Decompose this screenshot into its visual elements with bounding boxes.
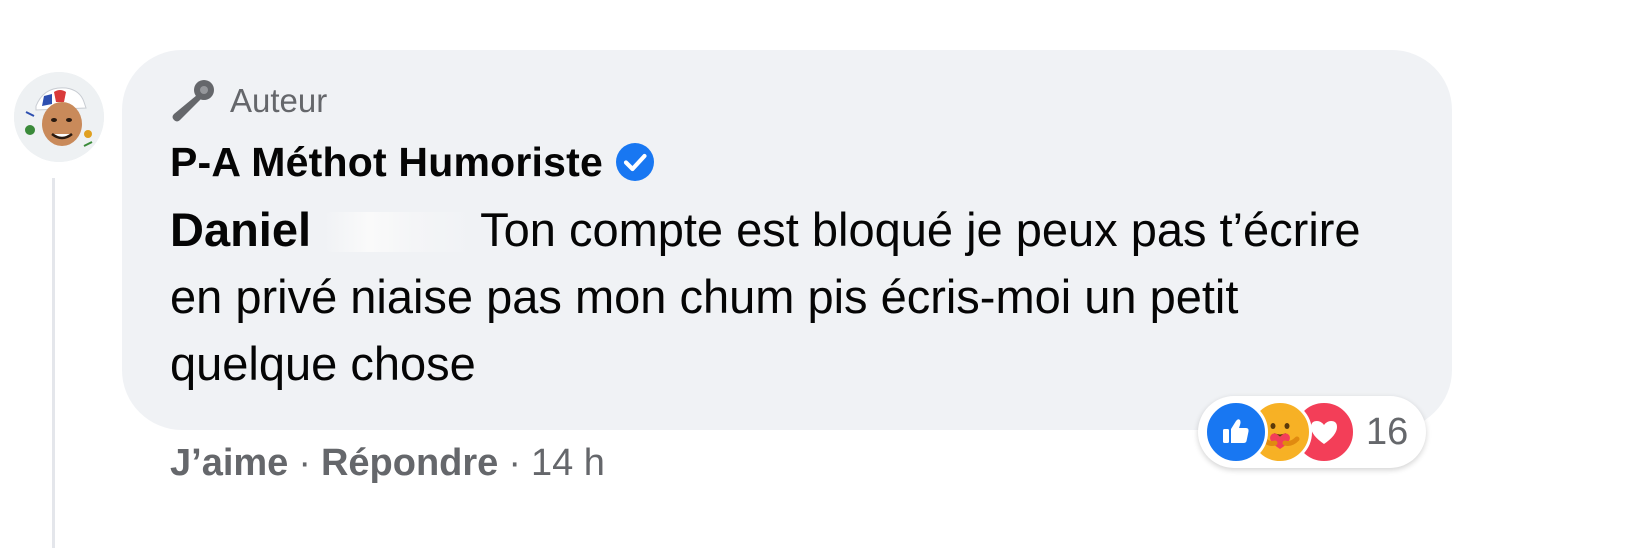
comment-actions: J’aime · Répondre · 14 h [170,438,605,488]
separator: · [298,441,311,484]
verified-badge-icon [615,142,655,182]
like-button[interactable]: J’aime [170,442,288,485]
author-name[interactable]: P-A Méthot Humoriste [170,139,603,186]
reaction-summary[interactable]: 16 [1198,396,1427,468]
thread-line [52,178,55,548]
redacted-surname [324,212,475,252]
author-badge: Auteur [168,78,1452,124]
microphone-icon [168,78,218,124]
avatar-image [14,72,104,162]
author-row: P-A Méthot Humoriste [170,138,1452,186]
separator: · [508,441,521,484]
author-badge-label: Auteur [230,82,328,119]
reaction-icons [1204,400,1356,464]
avatar[interactable] [14,72,104,162]
mention-link[interactable]: Daniel [170,203,311,256]
comment-bubble: Auteur P-A Méthot Humoriste Daniel Ton c… [122,50,1452,430]
reaction-count: 16 [1366,410,1409,453]
comment-text: Daniel Ton compte est bloqué je peux pas… [170,196,1390,397]
like-icon [1204,400,1268,464]
timestamp[interactable]: 14 h [531,442,605,485]
reply-button[interactable]: Répondre [321,442,498,485]
